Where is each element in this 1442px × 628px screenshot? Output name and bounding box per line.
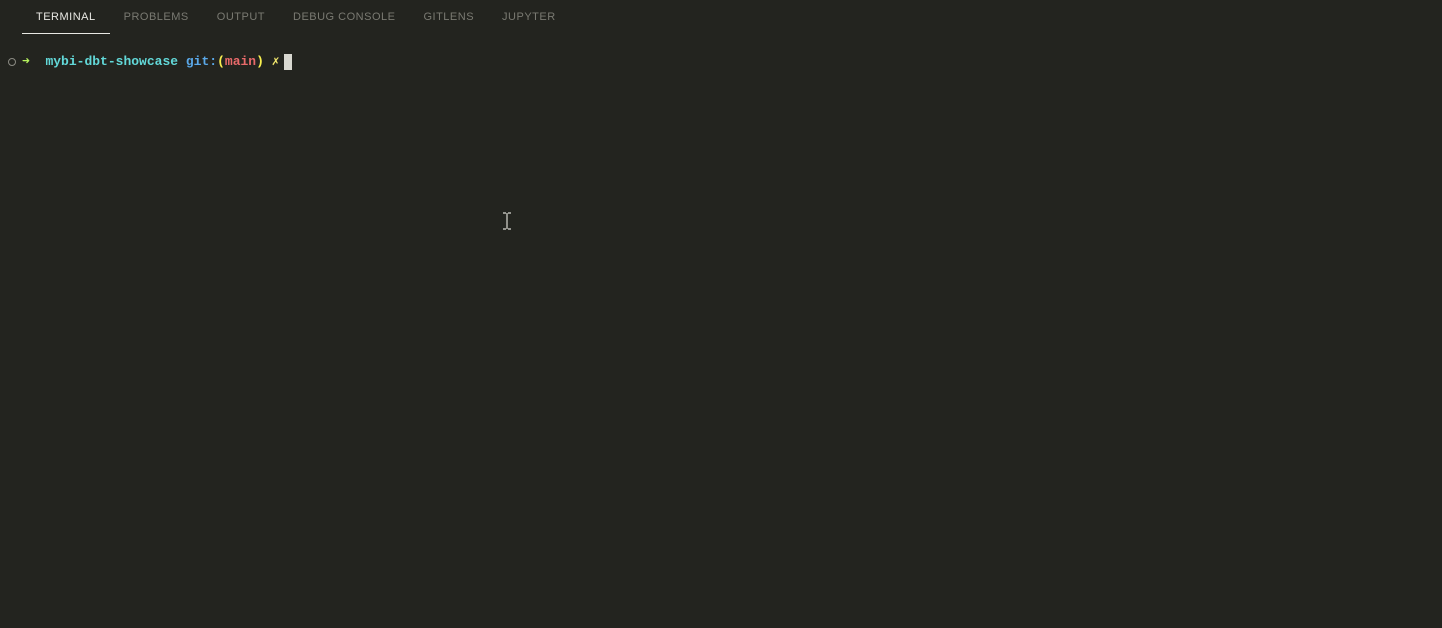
prompt-line: ➜ mybi-dbt-showcase git: ( main ) ✗ xyxy=(8,52,1442,72)
prompt-paren-close: ) xyxy=(256,52,264,72)
circle-icon xyxy=(8,58,16,66)
tab-output[interactable]: OUTPUT xyxy=(203,0,279,34)
tab-debug-console[interactable]: DEBUG CONSOLE xyxy=(279,0,409,34)
text-cursor-icon xyxy=(502,212,512,230)
terminal-cursor xyxy=(284,54,292,70)
tab-gitlens[interactable]: GITLENS xyxy=(409,0,488,34)
prompt-dirty-indicator: ✗ xyxy=(272,52,280,72)
prompt-branch: main xyxy=(225,52,256,72)
prompt-directory: mybi-dbt-showcase xyxy=(45,52,178,72)
terminal-content[interactable]: ➜ mybi-dbt-showcase git: ( main ) ✗ xyxy=(0,34,1442,72)
tab-jupyter[interactable]: JUPYTER xyxy=(488,0,570,34)
prompt-paren-open: ( xyxy=(217,52,225,72)
panel-tabs: TERMINAL PROBLEMS OUTPUT DEBUG CONSOLE G… xyxy=(0,0,1442,34)
tab-terminal[interactable]: TERMINAL xyxy=(22,0,110,34)
prompt-git-label: git: xyxy=(186,52,217,72)
prompt-arrow: ➜ xyxy=(22,52,30,72)
tab-problems[interactable]: PROBLEMS xyxy=(110,0,203,34)
